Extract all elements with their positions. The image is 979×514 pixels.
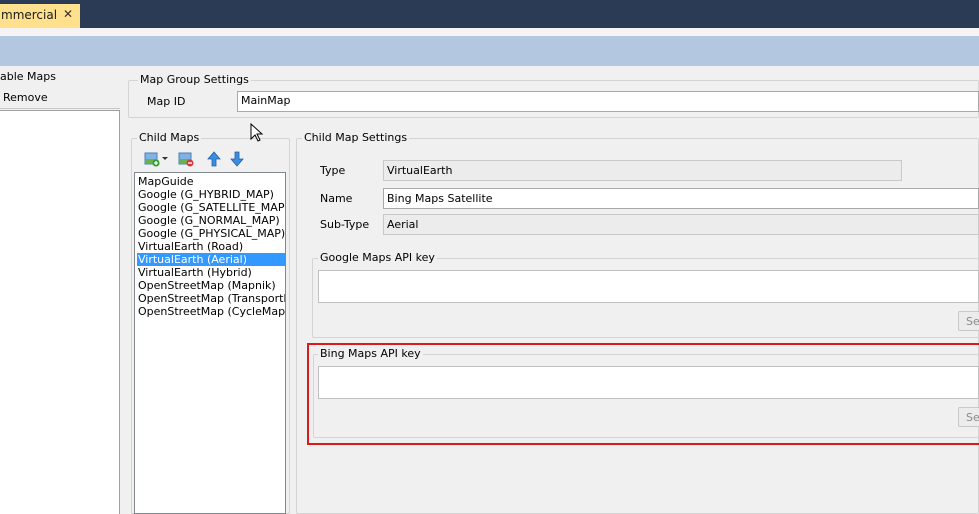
mouse-cursor-icon [250, 123, 264, 142]
list-item-selected[interactable]: VirtualEarth (Aerial) [137, 253, 285, 266]
type-field: VirtualEarth [383, 160, 902, 181]
bing-api-key-title: Bing Maps API key [318, 347, 423, 360]
child-map-settings-title: Child Map Settings [302, 131, 410, 144]
type-label: Type [320, 164, 346, 177]
left-panel-title: able Maps [0, 70, 56, 83]
bing-api-key-input[interactable] [318, 366, 979, 399]
arrow-up-icon[interactable] [206, 151, 222, 167]
google-api-key-title: Google Maps API key [318, 251, 437, 264]
google-api-key-input[interactable] [318, 270, 979, 303]
document-tab-title: mmercial [1, 8, 58, 22]
map-list[interactable] [0, 110, 120, 514]
map-group-settings-title: Map Group Settings [138, 73, 251, 86]
list-item[interactable]: Google (G_PHYSICAL_MAP) [137, 227, 285, 240]
list-item[interactable]: OpenStreetMap (TransportMap) [137, 292, 285, 305]
list-item[interactable]: Google (G_SATELLITE_MAP) [137, 201, 285, 214]
subtype-label: Sub-Type [320, 218, 370, 231]
name-input[interactable]: Bing Maps Satellite [383, 188, 979, 209]
remove-button[interactable]: Remove [0, 87, 120, 109]
map-id-input[interactable]: MainMap [237, 91, 979, 112]
add-map-icon[interactable] [144, 151, 160, 167]
arrow-down-icon[interactable] [229, 151, 245, 167]
remove-map-icon[interactable] [178, 151, 194, 167]
list-item[interactable]: Google (G_HYBRID_MAP) [137, 188, 285, 201]
child-maps-title: Child Maps [137, 131, 202, 144]
document-tab-strip [0, 0, 979, 28]
list-item[interactable]: VirtualEarth (Hybrid) [137, 266, 285, 279]
list-item[interactable]: VirtualEarth (Road) [137, 240, 285, 253]
list-item[interactable]: OpenStreetMap (CycleMap) [137, 305, 285, 318]
child-maps-list[interactable]: MapGuide Google (G_HYBRID_MAP) Google (G… [134, 172, 286, 514]
list-item[interactable]: OpenStreetMap (Mapnik) [137, 279, 285, 292]
remove-label: Remove [3, 91, 48, 104]
tab-underline [0, 28, 979, 36]
close-icon[interactable]: ✕ [63, 7, 73, 21]
google-set-button[interactable]: Se [958, 311, 979, 331]
child-maps-toolbar [138, 150, 286, 170]
document-tab[interactable]: mmercial ✕ [0, 4, 80, 28]
chevron-down-icon[interactable] [161, 153, 170, 163]
map-id-label: Map ID [147, 95, 186, 108]
list-item[interactable]: Google (G_NORMAL_MAP) [137, 214, 285, 227]
bing-set-button[interactable]: Se [958, 407, 979, 427]
name-label: Name [320, 192, 353, 205]
subtype-field: Aerial [383, 214, 979, 235]
toolbar-band [0, 36, 979, 66]
list-item[interactable]: MapGuide [137, 175, 285, 188]
